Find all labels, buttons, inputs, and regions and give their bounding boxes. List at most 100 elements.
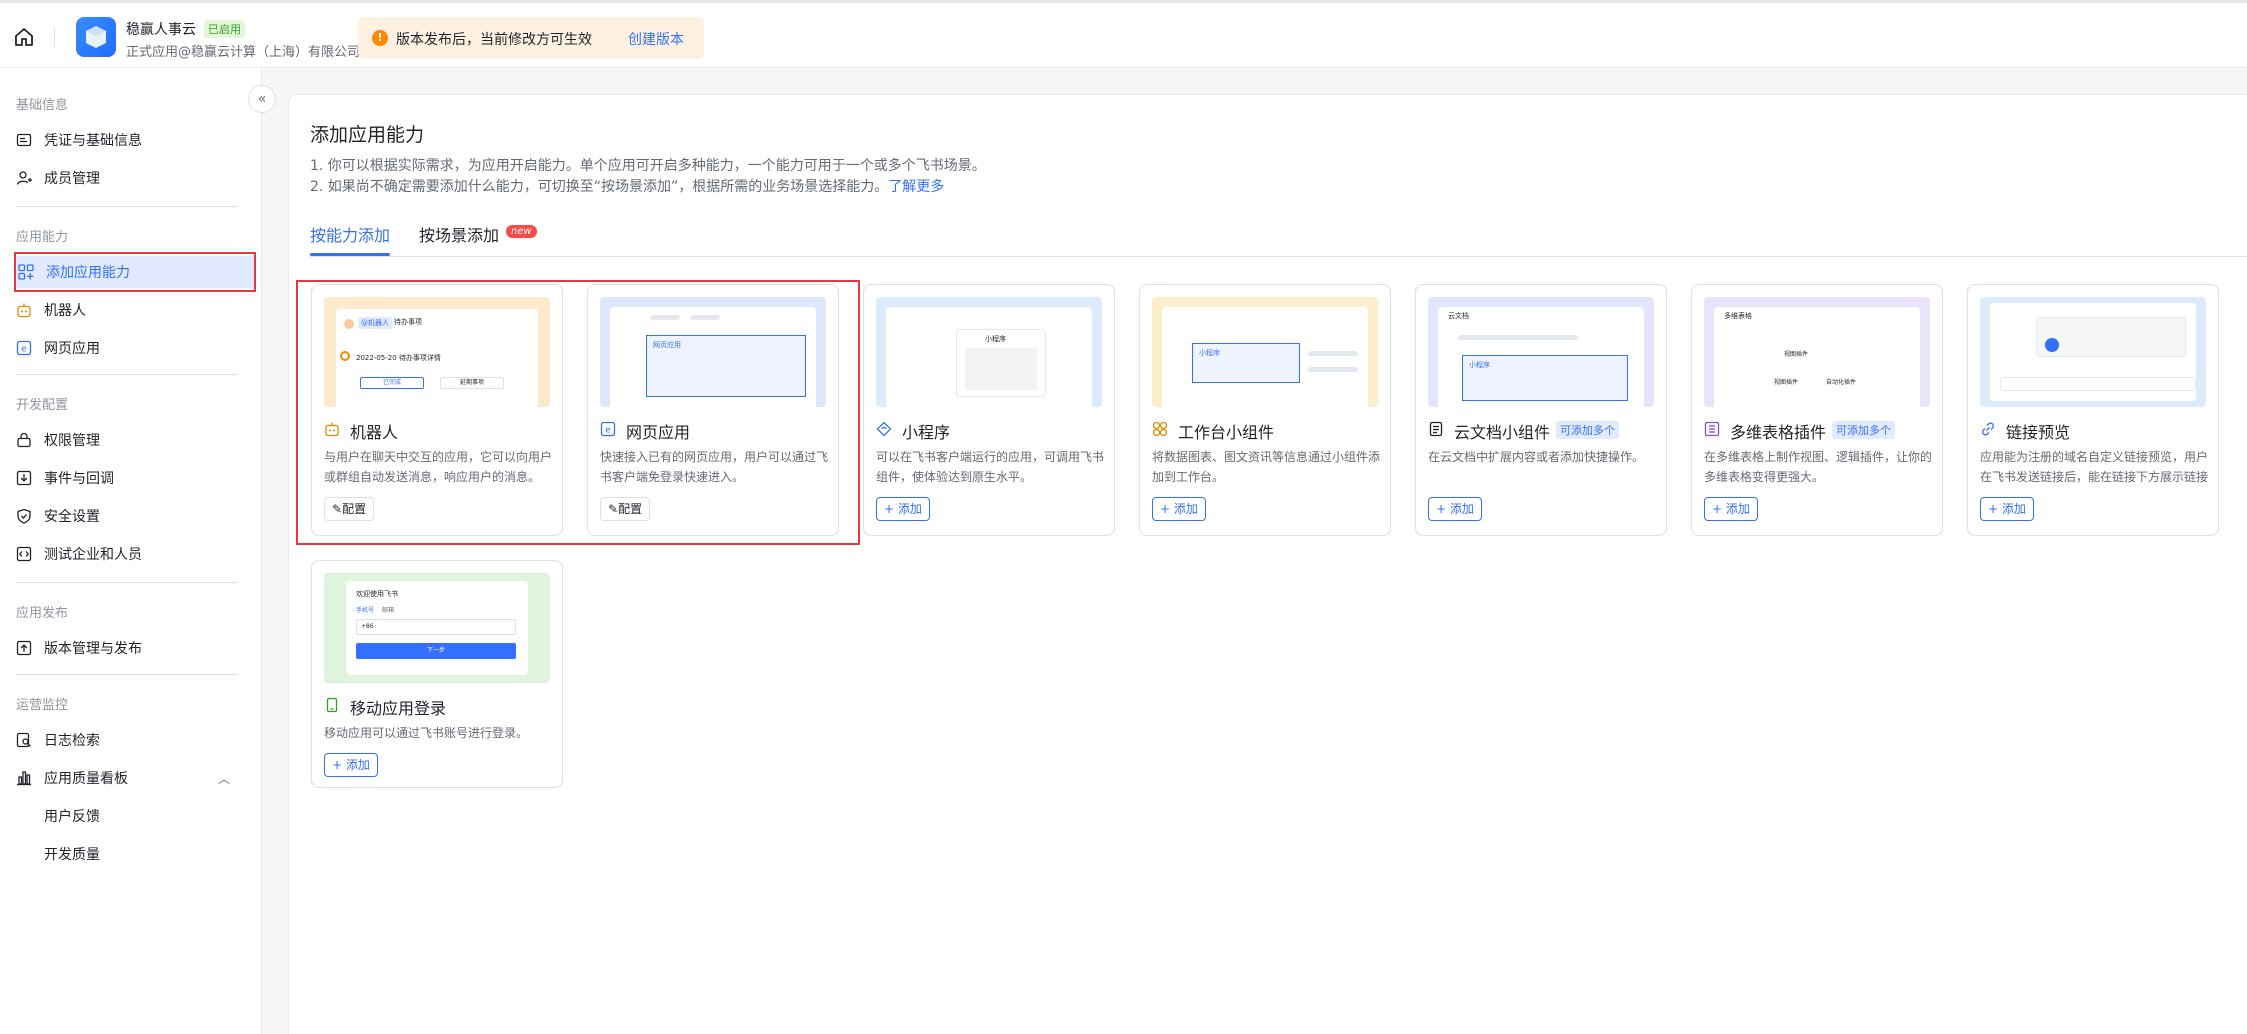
mobile-icon: [324, 697, 340, 713]
thumb-label: 自动化插件: [1826, 379, 1857, 386]
thumb-tab: 邮箱: [382, 607, 395, 614]
sidebar-item-test-org[interactable]: 测试企业和人员: [16, 538, 254, 570]
thumb-widget: 小程序: [1462, 355, 1628, 401]
card-thumbnail: 欢迎使用飞书 手机号 邮箱 +86 下一步: [324, 573, 550, 683]
sidebar-item-log[interactable]: 日志检索: [16, 724, 254, 756]
sidebar-item-permissions[interactable]: 权限管理: [16, 424, 254, 456]
ability-card-doc-widget[interactable]: 云文档 小程序 云文档小组件 可添加多个 在云文档中扩展内容或者添加快捷操作。 …: [1415, 284, 1667, 536]
sidebar-item-feedback[interactable]: 用户反馈: [16, 800, 254, 832]
card-thumbnail: 多维表格 视图插件 视图插件 自动化插件: [1704, 297, 1930, 407]
robot-icon: [16, 302, 32, 318]
section-title-ability: 应用能力: [16, 230, 69, 245]
learn-more-link[interactable]: 了解更多: [888, 179, 944, 195]
thumb-line: [1458, 335, 1578, 340]
event-icon: [16, 470, 32, 486]
widget-icon: [1152, 421, 1168, 437]
divider: [16, 206, 238, 207]
divider: [16, 374, 238, 375]
section-title-ops: 运营监控: [16, 698, 69, 713]
thumb-input: [2000, 377, 2196, 391]
card-thumbnail: 小程序: [876, 297, 1102, 407]
add-button[interactable]: + 添加: [1704, 497, 1758, 521]
add-button[interactable]: + 添加: [324, 753, 378, 777]
thumb-title: 欢迎使用飞书: [356, 590, 398, 598]
sidebar-item-label: 用户反馈: [44, 809, 100, 825]
ability-card-mini-program[interactable]: 小程序 小程序 可以在飞书客户端运行的应用，可调用飞书组件，使体验达到原生水平。…: [863, 284, 1115, 536]
card-title: 多维表格插件: [1730, 423, 1827, 442]
sidebar-item-label: 版本管理与发布: [44, 641, 142, 657]
highlight-box: [14, 252, 256, 292]
sidebar-item-label: 成员管理: [44, 171, 100, 187]
highlight-box: [296, 280, 860, 545]
sidebar-item-dev-quality[interactable]: 开发质量: [16, 838, 254, 870]
sidebar-item-bot[interactable]: 机器人: [16, 294, 254, 326]
document-icon: [1428, 421, 1444, 437]
ability-card-link-preview[interactable]: 链接预览 应用能为注册的域名自定义链接预览，用户在飞书发送链接后，能在链接下方展…: [1967, 284, 2219, 536]
thumb-label: 小程序: [1199, 349, 1220, 357]
log-search-icon: [16, 732, 32, 748]
thumb-window: 小程序: [1162, 307, 1368, 407]
lock-icon: [16, 432, 32, 448]
card-description: 应用能为注册的域名自定义链接预览，用户在飞书发送链接后，能在链接下方展示链接预览…: [1980, 450, 2208, 484]
description-line-1: 1. 你可以根据实际需求，为应用开启能力。单个应用可开启多种能力，一个能力可用于…: [310, 158, 986, 174]
home-icon[interactable]: [12, 25, 36, 49]
sidebar-item-events[interactable]: 事件与回调: [16, 462, 254, 494]
add-button[interactable]: + 添加: [1980, 497, 2034, 521]
add-button[interactable]: + 添加: [1152, 497, 1206, 521]
chevron-up-icon[interactable]: ︿: [218, 770, 230, 787]
tab-by-scene[interactable]: 按场景添加: [419, 222, 499, 246]
sidebar-item-label: 机器人: [44, 303, 86, 319]
multi-add-badge: 可添加多个: [1832, 421, 1895, 439]
create-version-link[interactable]: 创建版本: [628, 29, 684, 49]
card-description: 在多维表格上制作视图、逻辑插件，让你的多维表格变得更强大。: [1704, 450, 1932, 484]
notice-text: 版本发布后，当前修改方可生效: [396, 32, 592, 48]
ability-card-mobile-login[interactable]: 欢迎使用飞书 手机号 邮箱 +86 下一步 移动应用登录 移动应用可以通过飞书账…: [311, 560, 563, 788]
tab-divider: [310, 256, 2247, 257]
upload-icon: [16, 640, 32, 656]
sidebar-item-web-app[interactable]: e 网页应用: [16, 332, 254, 364]
ability-card-bitable-plugin[interactable]: 多维表格 视图插件 视图插件 自动化插件 多维表格插件 可添加多个 在多维表格上…: [1691, 284, 1943, 536]
card-thumbnail: 云文档 小程序: [1428, 297, 1654, 407]
card-title: 链接预览: [2006, 423, 2071, 442]
add-button[interactable]: + 添加: [876, 497, 930, 521]
thumb-content: [965, 348, 1037, 390]
sidebar-item-label: 日志检索: [44, 733, 100, 749]
app-name: 稳赢人事云: [126, 22, 196, 38]
card-thumbnail: [1980, 297, 2206, 407]
card-description: 移动应用可以通过飞书账号进行登录。: [324, 726, 529, 740]
shield-icon: [16, 508, 32, 524]
version-notice: ! 版本发布后，当前修改方可生效 创建版本: [358, 17, 704, 59]
thumb-window: 云文档 小程序: [1438, 307, 1644, 407]
thumb-window: [1990, 303, 2196, 401]
collapse-sidebar-icon[interactable]: «: [248, 85, 276, 113]
ability-card-workplace-widget[interactable]: 小程序 工作台小组件 将数据图表、图文资讯等信息通过小组件添加到工作台。 + 添…: [1139, 284, 1391, 536]
thumb-code: +86: [361, 623, 374, 630]
active-tab-indicator: [310, 253, 390, 256]
thumb-window: 多维表格 视图插件 视图插件 自动化插件: [1714, 307, 1920, 407]
card-title: 小程序: [902, 423, 951, 442]
bitable-icon: [1704, 421, 1720, 437]
add-button[interactable]: + 添加: [1428, 497, 1482, 521]
thumb-popup: 小程序: [956, 329, 1046, 397]
thumb-tab: 手机号: [356, 607, 375, 614]
thumb-label: 小程序: [985, 335, 1006, 343]
section-title-release: 应用发布: [16, 606, 69, 621]
sidebar-item-credentials[interactable]: 凭证与基础信息: [16, 124, 254, 156]
sidebar-item-security[interactable]: 安全设置: [16, 500, 254, 532]
sidebar-item-label: 凭证与基础信息: [44, 133, 142, 149]
tab-by-ability[interactable]: 按能力添加: [310, 222, 390, 246]
divider: [16, 582, 238, 583]
main-panel: [288, 94, 2247, 1034]
thumb-window: 欢迎使用飞书 手机号 邮箱 +86 下一步: [346, 581, 528, 675]
thumb-line: [1308, 367, 1358, 372]
sidebar-item-label: 网页应用: [44, 341, 100, 357]
sidebar-item-quality[interactable]: 应用质量看板 ︿: [16, 762, 254, 794]
top-bar: 稳赢人事云 已启用 正式应用@稳赢云计算（上海）有限公司 ! 版本发布后，当前修…: [0, 0, 2247, 68]
sidebar-item-members[interactable]: 成员管理: [16, 162, 254, 194]
thumb-input: +86: [356, 619, 516, 635]
sidebar-item-version[interactable]: 版本管理与发布: [16, 632, 254, 664]
web-app-icon: e: [16, 340, 32, 356]
divider: [54, 27, 55, 47]
mini-program-icon: [876, 421, 892, 437]
thumb-label: 视图插件: [1774, 379, 1799, 386]
